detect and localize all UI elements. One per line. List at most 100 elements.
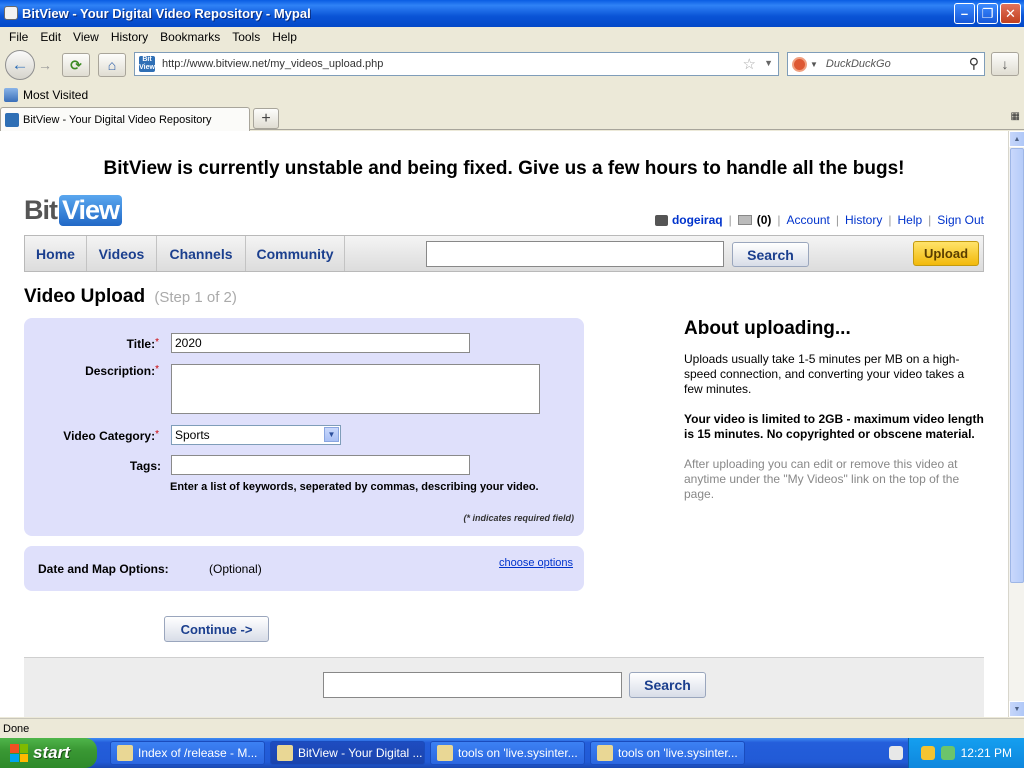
choose-options-link[interactable]: choose options [499,557,573,569]
taskbar-item-sysinternals-2[interactable]: tools on 'live.sysinter... [590,741,745,765]
required-marker: * [155,337,159,348]
vertical-scrollbar[interactable]: ▲ ▼ [1008,131,1024,717]
nav-channels[interactable]: Channels [157,236,246,271]
site-search-input[interactable] [426,241,724,267]
tags-input[interactable] [171,455,470,475]
username-link[interactable]: dogeiraq [672,213,723,227]
footer-search-button[interactable]: Search [629,672,706,698]
title-input[interactable]: 2020 [171,333,470,353]
sign-out-link[interactable]: Sign Out [937,213,984,227]
search-engine-placeholder[interactable]: DuckDuckGo [826,58,891,70]
tab-bitview[interactable]: BitView - Your Digital Video Repository [0,107,250,131]
mail-icon[interactable] [737,215,752,225]
system-tray: 12:21 PM [889,738,1024,768]
menu-file[interactable]: File [3,30,34,44]
account-link[interactable]: Account [787,213,830,227]
bookmark-star-icon[interactable]: ☆ [743,55,756,73]
scroll-down-icon[interactable]: ▼ [1009,701,1024,717]
required-marker: * [155,364,159,375]
taskbar-item-sysinternals-1[interactable]: tools on 'live.sysinter... [430,741,585,765]
tags-label: Tags: [129,459,161,473]
footer-search-input[interactable] [323,672,622,698]
date-map-label: Date and Map Options: [38,562,169,576]
download-arrow-icon: ↓ [1001,56,1009,72]
security-shield-icon[interactable] [920,746,935,760]
category-select[interactable]: Sports ▼ [171,425,341,445]
clock[interactable]: 12:21 PM [961,746,1012,760]
upload-button[interactable]: Upload [913,241,979,266]
duckduckgo-icon[interactable] [792,56,807,72]
menu-history[interactable]: History [105,30,154,44]
folder-icon [597,745,613,761]
taskbar-item-bitview[interactable]: BitView - Your Digital ... [270,741,425,765]
downloads-button[interactable]: ↓ [991,52,1019,76]
menu-help[interactable]: Help [266,30,303,44]
app-icon [4,6,18,20]
chevron-down-icon[interactable]: ▼ [324,427,339,442]
description-textarea[interactable] [171,364,540,414]
taskbar-item-label: tools on 'live.sysinter... [618,746,738,760]
taskbar-item-release[interactable]: Index of /release - M... [110,741,265,765]
required-field-note: (* indicates required field) [463,513,574,523]
about-paragraph-edit: After uploading you can edit or remove t… [684,457,960,501]
about-title: About uploading... [684,318,851,339]
windows-logo-icon [10,744,28,762]
page-viewport: BitView is currently unstable and being … [0,131,1008,717]
about-paragraph-speed: Uploads usually take 1-5 minutes per MB … [684,352,965,396]
back-arrow-icon: ← [11,55,29,74]
menu-tools[interactable]: Tools [226,30,266,44]
bitview-logo[interactable]: Bit View [24,195,123,226]
date-map-options: Date and Map Options: (Optional) choose … [24,546,584,591]
window-controls: – ❐ ✕ [954,3,1021,24]
continue-button[interactable]: Continue -> [164,616,269,642]
about-paragraph-limits: Your video is limited to 2GB - maximum v… [684,412,984,441]
menu-view[interactable]: View [67,30,105,44]
network-folder-icon [437,745,453,761]
forward-button[interactable]: → [35,56,55,74]
nav-community[interactable]: Community [246,236,345,271]
tab-list-icon[interactable]: ▦ [1011,111,1020,122]
message-count[interactable]: (0) [757,213,772,227]
browser-icon [277,745,293,761]
tab-bar: BitView - Your Digital Video Repository … [0,105,1024,131]
back-button[interactable]: ← [5,50,35,80]
reload-button[interactable]: ⟳ [62,53,90,77]
windows-taskbar: start Index of /release - M... BitView -… [0,738,1024,768]
menu-edit[interactable]: Edit [34,30,67,44]
browser-icon [117,745,133,761]
step-indicator: (Step 1 of 2) [154,289,237,306]
instability-banner: BitView is currently unstable and being … [103,158,905,179]
optional-text: (Optional) [209,562,262,576]
engine-dropdown-icon[interactable]: ▼ [810,60,818,69]
close-button[interactable]: ✕ [1000,3,1021,24]
network-icon[interactable] [940,746,955,760]
tab-favicon-icon [5,112,19,127]
scroll-thumb[interactable] [1010,148,1024,583]
scroll-up-icon[interactable]: ▲ [1009,131,1024,147]
help-link[interactable]: Help [897,213,922,227]
address-bar[interactable]: Bit View http://www.bitview.net/my_video… [134,52,779,76]
nav-videos[interactable]: Videos [87,236,157,271]
title-label-text: Title: [126,337,156,351]
bookmark-most-visited[interactable]: Most Visited [23,88,88,102]
minimize-button[interactable]: – [954,3,975,24]
keyboard-icon[interactable] [889,746,903,760]
search-icon[interactable]: ⚲ [969,55,979,72]
nav-home[interactable]: Home [25,236,87,271]
category-label: Video Category:* [24,429,159,443]
title-label: Title:* [24,337,159,351]
home-button[interactable]: ⌂ [98,53,126,77]
search-engine-bar[interactable]: ▼ DuckDuckGo ⚲ [787,52,985,76]
separator: | [777,213,781,227]
category-selected-value: Sports [175,428,210,442]
url-dropdown-icon[interactable]: ▼ [764,58,773,68]
menu-bookmarks[interactable]: Bookmarks [154,30,226,44]
site-search-button[interactable]: Search [732,242,809,267]
description-label-text: Description: [85,364,156,378]
new-tab-button[interactable]: + [253,108,279,129]
start-button[interactable]: start [0,738,97,768]
history-link[interactable]: History [845,213,882,227]
logo-text-view: View [59,195,123,226]
url-text[interactable]: http://www.bitview.net/my_videos_upload.… [162,58,383,70]
maximize-button[interactable]: ❐ [977,3,998,24]
